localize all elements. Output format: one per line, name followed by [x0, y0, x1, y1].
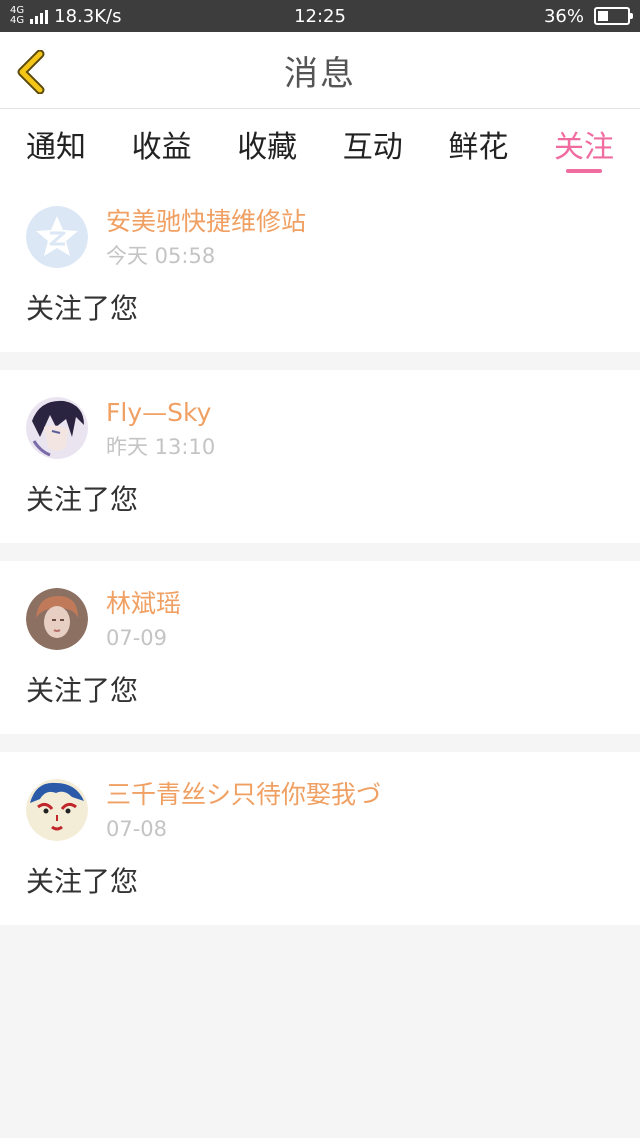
- message-text: 关注了您: [26, 674, 139, 707]
- message-text: 关注了您: [26, 483, 139, 516]
- status-time: 12:25: [294, 5, 346, 27]
- painted-face-avatar[interactable]: [26, 779, 88, 841]
- page-title: 消息: [284, 53, 356, 94]
- timestamp: 07-08: [106, 817, 168, 841]
- network-type-bottom: 4G: [10, 15, 25, 26]
- status-right: 36%: [543, 5, 633, 27]
- list-item[interactable]: 安美驰快捷维修站 今天 05:58 关注了您: [0, 179, 640, 352]
- tab-interactions[interactable]: 互动: [343, 109, 403, 179]
- message-text: 关注了您: [26, 292, 139, 325]
- list-item-header: 林斌瑶 07-09: [26, 561, 614, 654]
- battery-percent: 36%: [543, 5, 584, 27]
- list-item-meta: 林斌瑶 07-09: [106, 588, 181, 654]
- qzone-logo-avatar[interactable]: [26, 206, 88, 268]
- status-bar: 4G 4G 18.3K/s 12:25 36%: [0, 0, 640, 32]
- list-item-header: 三千青丝シ只待你娶我づ 07-08: [26, 752, 614, 845]
- timestamp: 07-09: [106, 626, 168, 650]
- battery-icon: [594, 7, 633, 25]
- timestamp: 今天 05:58: [106, 244, 216, 268]
- message-text: 关注了您: [26, 865, 139, 898]
- list-item-meta: 安美驰快捷维修站 今天 05:58: [106, 206, 306, 272]
- user-name[interactable]: 三千青丝シ只待你娶我づ: [106, 779, 381, 811]
- list-item-header: 安美驰快捷维修站 今天 05:58: [26, 179, 614, 272]
- list-item[interactable]: Fly—Sky 昨天 13:10 关注了您: [0, 370, 640, 543]
- tab-notifications[interactable]: 通知: [26, 109, 86, 179]
- list-item[interactable]: 三千青丝シ只待你娶我づ 07-08 关注了您: [0, 752, 640, 925]
- follow-list: 安美驰快捷维修站 今天 05:58 关注了您 Fly—Sky 昨天 13:10: [0, 179, 640, 925]
- battery-fill: [598, 11, 609, 21]
- portrait-avatar[interactable]: [26, 588, 88, 650]
- network-speed: 18.3K/s: [54, 5, 122, 27]
- tab-flowers[interactable]: 鲜花: [448, 109, 508, 179]
- status-left: 4G 4G 18.3K/s: [10, 6, 121, 27]
- list-item-header: Fly—Sky 昨天 13:10: [26, 370, 614, 463]
- chevron-left-icon: [17, 49, 45, 95]
- user-name[interactable]: Fly—Sky: [106, 397, 215, 429]
- list-item-meta: 三千青丝シ只待你娶我づ 07-08: [106, 779, 381, 845]
- user-name[interactable]: 林斌瑶: [106, 588, 181, 620]
- tab-bar: 通知 收益 收藏 互动 鲜花 关注: [0, 109, 640, 179]
- network-type: 4G 4G: [10, 6, 24, 26]
- user-name[interactable]: 安美驰快捷维修站: [106, 206, 306, 238]
- tab-earnings[interactable]: 收益: [132, 109, 192, 179]
- tab-favorites[interactable]: 收藏: [237, 109, 297, 179]
- signal-icon: [30, 8, 49, 24]
- list-item-meta: Fly—Sky 昨天 13:10: [106, 397, 215, 463]
- nav-bar: 消息: [0, 32, 640, 109]
- timestamp: 昨天 13:10: [106, 435, 216, 459]
- tab-following[interactable]: 关注: [554, 109, 614, 179]
- anime-boy-avatar[interactable]: [26, 397, 88, 459]
- back-button[interactable]: [14, 49, 54, 95]
- list-item[interactable]: 林斌瑶 07-09 关注了您: [0, 561, 640, 734]
